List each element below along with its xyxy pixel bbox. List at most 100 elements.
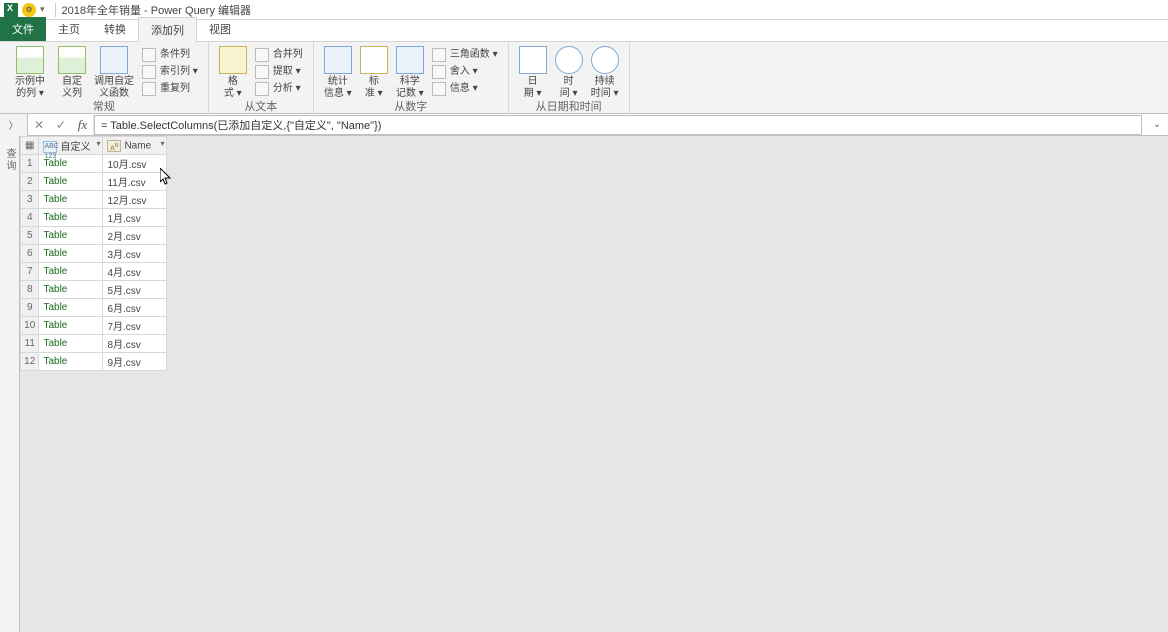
cell-custom[interactable]: Table (39, 173, 103, 191)
conditional-column-button[interactable]: 条件列 (142, 48, 198, 62)
row-number[interactable]: 12 (21, 353, 39, 371)
table-row[interactable]: 4Table1月.csv (21, 209, 167, 227)
tab-file[interactable]: 文件 (0, 17, 46, 41)
row-number[interactable]: 6 (21, 245, 39, 263)
gear-icon[interactable]: ⚙ (22, 3, 36, 17)
divider (55, 3, 56, 17)
formula-input[interactable] (94, 115, 1142, 135)
custom-column-button[interactable]: 自定义列 (54, 44, 90, 100)
cell-name[interactable]: 12月.csv (103, 191, 167, 209)
tab-home[interactable]: 主页 (46, 17, 92, 41)
merge-columns-button[interactable]: 合并列 (255, 48, 303, 62)
row-number[interactable]: 8 (21, 281, 39, 299)
cell-name[interactable]: 1月.csv (103, 209, 167, 227)
table-row[interactable]: 12Table9月.csv (21, 353, 167, 371)
column-header-name[interactable]: ABName ▾ (103, 137, 167, 155)
column-from-examples-button[interactable]: 示例中的列 ▾ (6, 44, 54, 100)
cell-name[interactable]: 7月.csv (103, 317, 167, 335)
column-filter-name[interactable]: ▾ (160, 139, 164, 148)
row-number[interactable]: 10 (21, 317, 39, 335)
group-general: 示例中的列 ▾ 自定义列 调用自定义函数 条件列 索引列 ▾ 重复列 常规 (0, 42, 209, 113)
window-title: 2018年全年销量 - Power Query 编辑器 (62, 2, 252, 18)
group-text: 格式 ▾ 合并列 提取 ▾ 分析 ▾ 从文本 (209, 42, 314, 113)
tab-add-column[interactable]: 添加列 (138, 17, 197, 42)
rounding-button[interactable]: 舍入 ▾ (432, 65, 498, 79)
table-row[interactable]: 8Table5月.csv (21, 281, 167, 299)
group-datetime: 日期 ▾ 时间 ▾ 持续时间 ▾ 从日期和时间 (509, 42, 630, 113)
statistics-button[interactable]: 统计信息 ▾ (320, 44, 356, 100)
duplicate-column-button[interactable]: 重复列 (142, 82, 198, 96)
extract-button[interactable]: 提取 ▾ (255, 65, 303, 79)
accept-formula-button[interactable]: ✓ (50, 115, 72, 135)
time-button[interactable]: 时间 ▾ (551, 44, 587, 100)
group-general-label: 常规 (93, 100, 115, 114)
duration-button[interactable]: 持续时间 ▾ (587, 44, 623, 100)
cell-name[interactable]: 10月.csv (103, 155, 167, 173)
cell-name[interactable]: 4月.csv (103, 263, 167, 281)
parse-button[interactable]: 分析 ▾ (255, 82, 303, 96)
cell-name[interactable]: 6月.csv (103, 299, 167, 317)
cell-custom[interactable]: Table (39, 245, 103, 263)
fx-icon[interactable]: fx (72, 115, 94, 135)
table-row[interactable]: 5Table2月.csv (21, 227, 167, 245)
row-number[interactable]: 4 (21, 209, 39, 227)
row-number[interactable]: 7 (21, 263, 39, 281)
corner-cell[interactable]: ▦ (21, 137, 39, 155)
cell-custom[interactable]: Table (39, 191, 103, 209)
group-number: 统计信息 ▾ 标准 ▾ 科学记数 ▾ 三角函数 ▾ 舍入 ▾ 信息 ▾ 从数字 (314, 42, 509, 113)
cell-name[interactable]: 3月.csv (103, 245, 167, 263)
table-row[interactable]: 2Table11月.csv (21, 173, 167, 191)
information-button[interactable]: 信息 ▾ (432, 82, 498, 96)
cell-custom[interactable]: Table (39, 209, 103, 227)
cell-custom[interactable]: Table (39, 335, 103, 353)
row-number[interactable]: 11 (21, 335, 39, 353)
standard-button[interactable]: 标准 ▾ (356, 44, 392, 100)
format-button[interactable]: 格式 ▾ (215, 44, 251, 100)
cancel-formula-button[interactable]: ✕ (28, 115, 50, 135)
type-icon-text[interactable]: AB (107, 140, 121, 152)
column-filter-custom[interactable]: ▾ (96, 139, 100, 148)
data-grid[interactable]: ▦ ABC123自定义 ▾ ABName ▾ 1Table10月.csv2Tab… (20, 136, 167, 371)
tab-view[interactable]: 视图 (197, 17, 243, 41)
scientific-button[interactable]: 科学记数 ▾ (392, 44, 428, 100)
cell-custom[interactable]: Table (39, 353, 103, 371)
invoke-custom-function-button[interactable]: 调用自定义函数 (90, 44, 138, 100)
column-header-name-label: Name (124, 140, 151, 151)
table-row[interactable]: 7Table4月.csv (21, 263, 167, 281)
date-button[interactable]: 日期 ▾ (515, 44, 551, 100)
type-icon-any[interactable]: ABC123 (43, 141, 57, 153)
table-row[interactable]: 9Table6月.csv (21, 299, 167, 317)
tab-transform[interactable]: 转换 (92, 17, 138, 41)
ribbon: 示例中的列 ▾ 自定义列 调用自定义函数 条件列 索引列 ▾ 重复列 常规 格式… (0, 42, 1168, 114)
trigonometry-button[interactable]: 三角函数 ▾ (432, 48, 498, 62)
cell-name[interactable]: 9月.csv (103, 353, 167, 371)
cell-name[interactable]: 11月.csv (103, 173, 167, 191)
cell-custom[interactable]: Table (39, 317, 103, 335)
cell-custom[interactable]: Table (39, 227, 103, 245)
cell-custom[interactable]: Table (39, 299, 103, 317)
query-panel-toggle[interactable]: 〉 (0, 114, 28, 136)
queries-sidebar-label: 查询 (2, 148, 17, 172)
cell-custom[interactable]: Table (39, 263, 103, 281)
cell-custom[interactable]: Table (39, 281, 103, 299)
table-row[interactable]: 1Table10月.csv (21, 155, 167, 173)
cell-name[interactable]: 8月.csv (103, 335, 167, 353)
row-number[interactable]: 3 (21, 191, 39, 209)
row-number[interactable]: 5 (21, 227, 39, 245)
table-row[interactable]: 6Table3月.csv (21, 245, 167, 263)
row-number[interactable]: 2 (21, 173, 39, 191)
queries-sidebar-collapsed[interactable]: 查询 (0, 136, 20, 632)
qat-dropdown-icon[interactable]: ▾ (40, 4, 45, 15)
row-number[interactable]: 1 (21, 155, 39, 173)
expand-formula-button[interactable]: ⌄ (1146, 119, 1168, 130)
table-row[interactable]: 11Table8月.csv (21, 335, 167, 353)
index-column-button[interactable]: 索引列 ▾ (142, 65, 198, 79)
cell-name[interactable]: 2月.csv (103, 227, 167, 245)
group-text-label: 从文本 (244, 100, 277, 114)
cell-name[interactable]: 5月.csv (103, 281, 167, 299)
column-header-custom[interactable]: ABC123自定义 ▾ (39, 137, 103, 155)
column-header-custom-label: 自定义 (60, 142, 90, 153)
row-number[interactable]: 9 (21, 299, 39, 317)
table-row[interactable]: 10Table7月.csv (21, 317, 167, 335)
table-row[interactable]: 3Table12月.csv (21, 191, 167, 209)
